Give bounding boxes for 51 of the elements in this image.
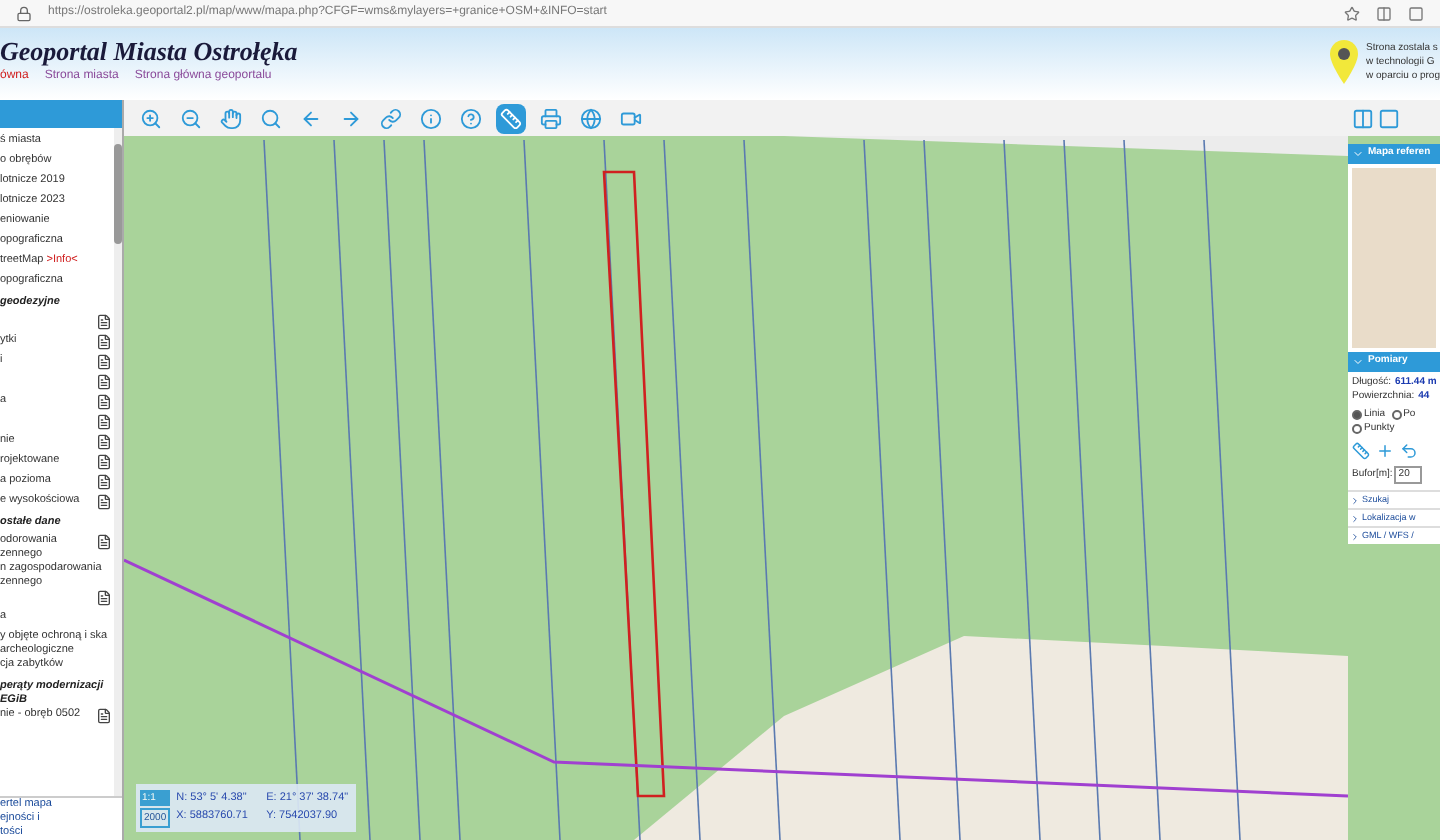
map-tool-button[interactable] [376,103,406,133]
hand-icon [220,107,242,129]
ruler-icon [500,107,522,129]
star-icon[interactable] [1344,5,1360,21]
document-icon[interactable] [96,414,112,430]
map-pin-icon [1330,40,1359,84]
document-icon[interactable] [96,394,112,410]
printer-icon [540,107,562,129]
globe-icon [580,107,602,129]
document-icon[interactable] [96,590,112,606]
video-icon [620,107,642,129]
radio-button[interactable] [1352,424,1362,434]
help-icon [460,107,482,129]
panel-layout-icon[interactable] [1378,107,1400,129]
map-tool-button[interactable] [496,103,526,133]
arrow-left-icon [300,107,322,129]
split-icon[interactable] [1376,5,1392,21]
document-icon[interactable] [96,474,112,490]
sidebar-header [0,100,122,128]
zoom-in-icon [140,107,162,129]
map-tool-button[interactable] [416,103,446,133]
map-tool-button[interactable] [456,103,486,133]
panel-layout-icon[interactable] [1352,107,1374,129]
document-icon[interactable] [96,534,112,550]
search-icon [260,107,282,129]
ruler-icon[interactable] [1352,442,1370,460]
map-tool-button[interactable] [576,103,606,133]
map-tool-button[interactable] [216,103,246,133]
info-icon [420,107,442,129]
radio-button[interactable] [1352,410,1362,420]
site-title: Geoportal Miasta Ostrołęka [0,36,298,68]
undo-icon[interactable] [1400,442,1418,460]
chevron-down-icon [1352,356,1364,368]
lock-icon [16,5,32,21]
square-icon[interactable] [1408,5,1424,21]
plus-icon[interactable] [1376,442,1394,460]
document-icon[interactable] [96,314,112,330]
document-icon[interactable] [96,434,112,450]
radio-button[interactable] [1391,410,1402,420]
map-tool-button[interactable] [536,103,566,133]
arrow-right-icon [340,107,362,129]
scrollbar[interactable] [114,128,122,796]
document-icon[interactable] [96,374,112,390]
link-icon [380,107,402,129]
document-icon[interactable] [96,494,112,510]
document-icon[interactable] [96,354,112,370]
document-icon[interactable] [96,454,112,470]
chevron-down-icon [1352,148,1364,160]
document-icon[interactable] [96,334,112,350]
document-icon[interactable] [96,708,112,724]
zoom-out-icon [180,107,202,129]
